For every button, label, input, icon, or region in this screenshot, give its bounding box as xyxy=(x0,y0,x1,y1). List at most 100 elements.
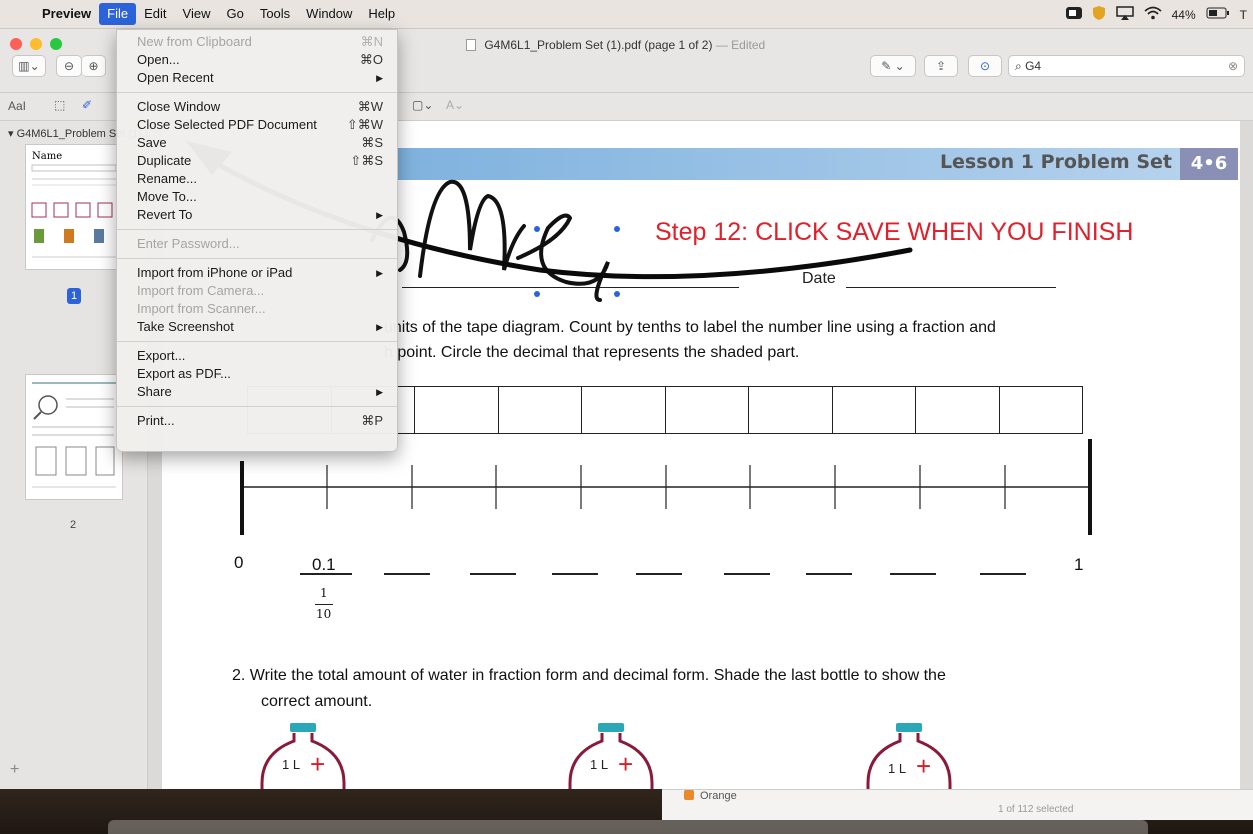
date-label: Date xyxy=(802,270,836,287)
menu-item-duplicate[interactable]: Duplicate ⇧⌘S xyxy=(117,152,397,170)
zoom-out-icon[interactable]: ⊖ xyxy=(56,55,82,77)
answer-blank[interactable] xyxy=(724,573,770,575)
shield-icon[interactable] xyxy=(1092,5,1106,24)
fraction-numerator: 1 xyxy=(320,586,328,600)
menu-item-export-as-pdf[interactable]: Export as PDF... xyxy=(117,365,397,383)
menu-file[interactable]: File xyxy=(99,3,137,25)
rect-select-icon[interactable]: ⬚ xyxy=(54,98,65,112)
dock xyxy=(108,820,1148,834)
answer-blank[interactable] xyxy=(384,573,430,575)
answer-blank[interactable] xyxy=(890,573,936,575)
clear-search-icon[interactable]: ⊗ xyxy=(1228,56,1238,76)
bottle-label: 1 L xyxy=(590,757,609,772)
question-1-text-line1: units of the tape diagram. Count by tent… xyxy=(384,319,996,336)
menu-separator xyxy=(117,229,397,230)
menu-separator xyxy=(117,406,397,407)
tape-unit xyxy=(916,387,1000,433)
menu-item-label: Duplicate xyxy=(137,153,192,168)
zoom-app-icon[interactable] xyxy=(1065,6,1082,23)
menu-item-new-from-clipboard: New from Clipboard ⌘N xyxy=(117,33,397,51)
border-color-icon[interactable]: ▢⌄ xyxy=(412,98,433,112)
page-thumbnail-1[interactable]: Name xyxy=(25,144,123,270)
answer-blank xyxy=(300,573,352,575)
menu-item-print[interactable]: Print... ⌘P xyxy=(117,412,397,430)
water-bottle-3: 1 L + xyxy=(864,721,954,789)
zoom-window-button[interactable] xyxy=(50,38,62,50)
orange-tag-icon xyxy=(684,790,694,800)
menu-item-import-from-iphone-or-ipad[interactable]: Import from iPhone or iPad ▶ xyxy=(117,264,397,282)
menu-item-label: Rename... xyxy=(137,171,197,186)
battery-icon[interactable] xyxy=(1206,7,1230,22)
sketch-tool-icon[interactable]: ✐ xyxy=(82,98,92,112)
menu-help[interactable]: Help xyxy=(360,3,403,25)
menu-item-share[interactable]: Share ▶ xyxy=(117,383,397,401)
menu-item-shortcut: ⇧⌘W xyxy=(346,117,383,132)
zoom-in-icon[interactable]: ⊕ xyxy=(82,55,106,77)
menu-item-revert-to[interactable]: Revert To ▶ xyxy=(117,206,397,224)
bottle-scale-mark: + xyxy=(916,751,932,781)
menu-edit[interactable]: Edit xyxy=(136,3,174,25)
add-page-icon[interactable]: + xyxy=(10,761,19,779)
menu-item-take-screenshot[interactable]: Take Screenshot ▶ xyxy=(117,318,397,336)
menu-item-close-window[interactable]: Close Window ⌘W xyxy=(117,98,397,116)
menu-separator xyxy=(117,258,397,259)
menu-item-rename[interactable]: Rename... xyxy=(117,170,397,188)
markup-toolbar-icon[interactable]: ⊙ xyxy=(968,55,1002,77)
thumbnail-1-preview: Name xyxy=(31,151,117,258)
menu-item-export[interactable]: Export... xyxy=(117,347,397,365)
minimize-window-button[interactable] xyxy=(30,38,42,50)
search-value: G4 xyxy=(1025,59,1042,73)
menu-item-open[interactable]: Open... ⌘O xyxy=(117,51,397,69)
text-style-icon[interactable]: A⌄ xyxy=(446,98,464,112)
edited-status: — Edited xyxy=(715,38,766,52)
menu-item-move-to[interactable]: Move To... xyxy=(117,188,397,206)
tag-orange[interactable]: Orange xyxy=(684,790,737,802)
airplay-icon[interactable] xyxy=(1115,6,1134,23)
background-finder-window: Orange 1 of 112 selected xyxy=(662,789,1253,820)
answer-blank[interactable] xyxy=(552,573,598,575)
share-icon[interactable]: ⇪ xyxy=(924,55,958,77)
menu-item-label: Export... xyxy=(137,348,186,363)
menu-tools[interactable]: Tools xyxy=(252,3,298,25)
answer-blank[interactable] xyxy=(470,573,516,575)
fraction-bar xyxy=(315,604,333,605)
apple-menu-icon[interactable] xyxy=(0,3,34,25)
menu-item-close-selected-pdf-document[interactable]: Close Selected PDF Document ⇧⌘W xyxy=(117,116,397,134)
thumbnail-2-preview xyxy=(32,382,116,488)
close-window-button[interactable] xyxy=(10,38,22,50)
tape-unit xyxy=(833,387,916,433)
submenu-arrow-icon: ▶ xyxy=(376,268,383,278)
submenu-arrow-icon: ▶ xyxy=(376,387,383,397)
menu-window[interactable]: Window xyxy=(298,3,360,25)
menu-item-shortcut: ⌘W xyxy=(357,99,383,114)
file-menu-dropdown: New from Clipboard ⌘N Open... ⌘O Open Recent… xyxy=(116,29,398,452)
svg-text:Name: Name xyxy=(32,151,62,162)
tape-unit xyxy=(1000,387,1083,433)
menu-item-label: Enter Password... xyxy=(137,236,240,251)
sidebar-toggle-button[interactable]: ▥⌄ xyxy=(12,55,46,77)
menu-app-preview[interactable]: Preview xyxy=(34,3,99,25)
lesson-number-badge: 4•6 xyxy=(1180,148,1238,180)
text-tool-button[interactable]: AaI xyxy=(8,99,26,113)
answer-blank[interactable] xyxy=(806,573,852,575)
submenu-arrow-icon: ▶ xyxy=(376,322,383,332)
markup-pen-button[interactable]: ✎ ⌄ xyxy=(870,55,916,77)
menu-separator xyxy=(117,92,397,93)
lesson-title: Lesson 1 Problem Set xyxy=(939,151,1172,173)
answer-blank[interactable] xyxy=(636,573,682,575)
menu-view[interactable]: View xyxy=(175,3,219,25)
fraction-denominator: 10 xyxy=(316,607,332,621)
page-thumbnail-2[interactable] xyxy=(25,374,123,500)
menu-item-import-from-scanner: Import from Scanner... xyxy=(117,300,397,318)
number-line-zero: 0 xyxy=(234,553,244,572)
submenu-arrow-icon: ▶ xyxy=(376,210,383,220)
search-input[interactable]: ⌕ G4 ⊗ xyxy=(1008,55,1245,77)
battery-percent: 44% xyxy=(1171,7,1196,22)
wifi-icon[interactable] xyxy=(1144,6,1162,23)
menu-item-save[interactable]: Save ⌘S xyxy=(117,134,397,152)
menu-item-open-recent[interactable]: Open Recent ▶ xyxy=(117,69,397,87)
menu-item-label: Close Selected PDF Document xyxy=(137,117,317,132)
answer-blank[interactable] xyxy=(980,573,1026,575)
menu-go[interactable]: Go xyxy=(218,3,251,25)
menu-item-enter-password: Enter Password... xyxy=(117,235,397,253)
